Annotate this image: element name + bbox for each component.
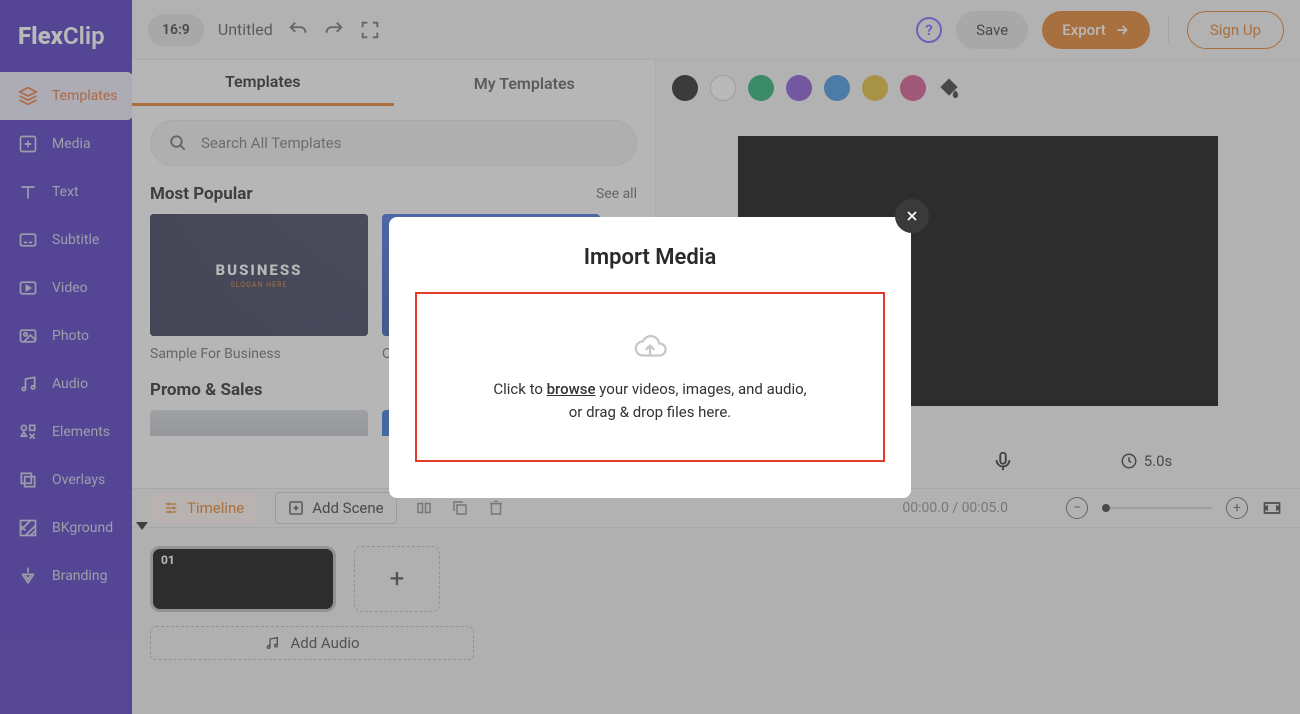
modal-title: Import Media (415, 245, 885, 270)
close-button[interactable] (895, 199, 929, 233)
upload-cloud-icon (630, 330, 670, 364)
dropzone-text: Click to browse your videos, images, and… (490, 378, 810, 423)
modal-overlay[interactable]: Import Media Click to browse your videos… (0, 0, 1300, 714)
dropzone[interactable]: Click to browse your videos, images, and… (415, 292, 885, 462)
import-media-modal: Import Media Click to browse your videos… (389, 217, 911, 498)
close-icon (904, 208, 920, 224)
